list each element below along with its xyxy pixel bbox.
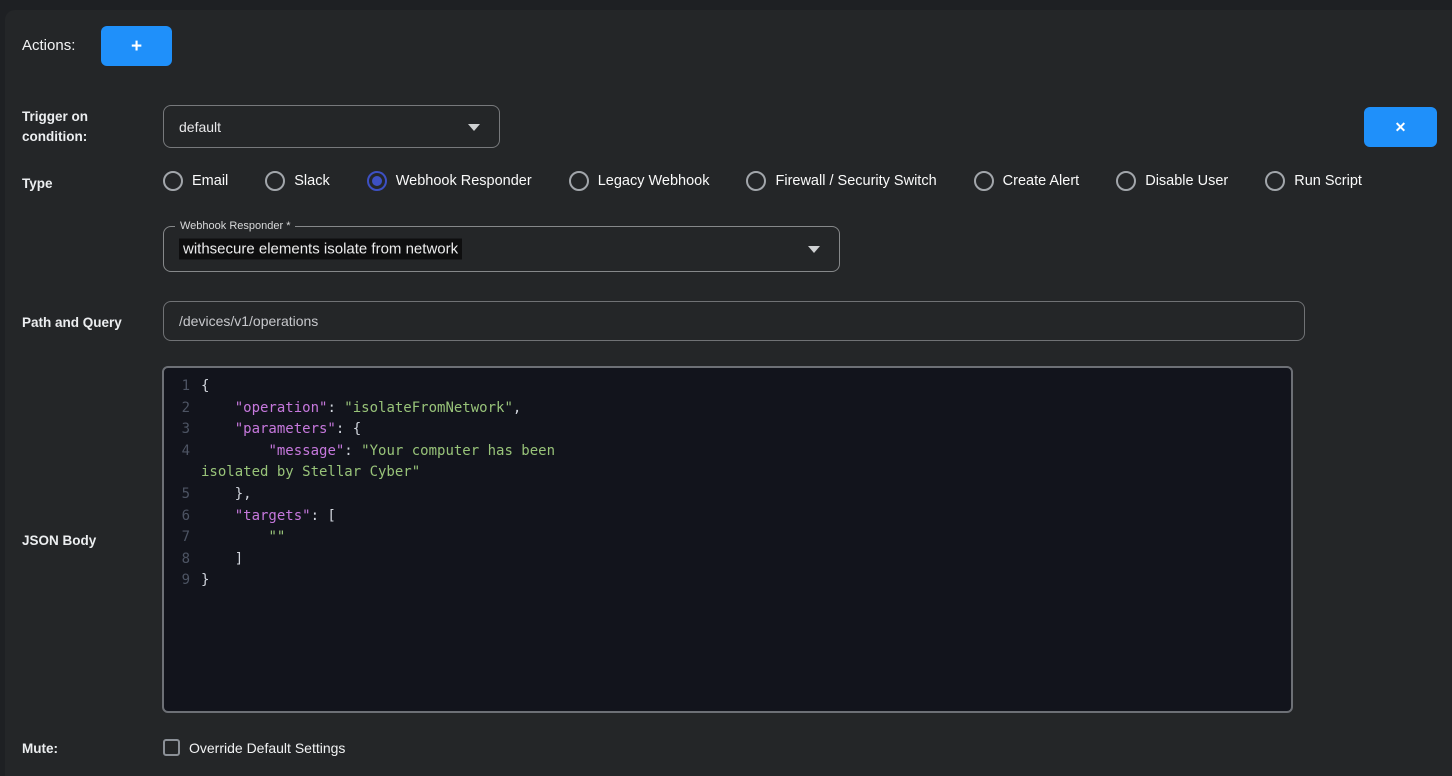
webhook-responder-value: withsecure elements isolate from network — [179, 241, 462, 258]
line-number: 8 — [176, 549, 190, 571]
radio-option-disable-user[interactable]: Disable User — [1116, 171, 1228, 191]
override-checkbox[interactable] — [163, 739, 180, 756]
webhook-responder-field-label: Webhook Responder * — [175, 219, 295, 233]
radio-option-run-script[interactable]: Run Script — [1265, 171, 1362, 191]
radio-option-label: Create Alert — [1003, 173, 1080, 189]
path-and-query-label: Path and Query — [22, 313, 122, 333]
radio-option-label: Firewall / Security Switch — [775, 173, 936, 189]
radio-button-icon — [746, 171, 766, 191]
trigger-condition-select[interactable]: default — [163, 105, 500, 148]
code-text: "targets": [ — [201, 506, 336, 528]
type-radio-group: Email Slack Webhook Responder Legacy Webhoo… — [163, 170, 1362, 191]
radio-option-label: Run Script — [1294, 173, 1362, 189]
radio-option-email[interactable]: Email — [163, 171, 228, 191]
json-code-lines: 1{2 "operation": "isolateFromNetwork",3 … — [176, 376, 1281, 592]
code-text: "operation": "isolateFromNetwork", — [201, 398, 521, 420]
actions-label: Actions: — [22, 37, 75, 54]
radio-option-label: Legacy Webhook — [598, 173, 710, 189]
type-label: Type — [22, 174, 53, 194]
radio-button-icon — [163, 171, 183, 191]
radio-option-firewall-security-switch[interactable]: Firewall / Security Switch — [746, 171, 936, 191]
radio-option-webhook-responder[interactable]: Webhook Responder — [367, 171, 532, 191]
code-line: 3 "parameters": { — [176, 419, 1281, 441]
code-text: } — [201, 570, 209, 592]
chevron-down-icon — [468, 124, 480, 131]
code-line: 7 "" — [176, 527, 1281, 549]
code-line: 1{ — [176, 376, 1281, 398]
webhook-responder-select[interactable]: Webhook Responder * withsecure elements … — [163, 226, 840, 272]
radio-option-label: Email — [192, 173, 228, 189]
mute-label: Mute: — [22, 739, 58, 759]
code-line: 9} — [176, 570, 1281, 592]
trigger-condition-value: default — [164, 119, 221, 135]
code-text: { — [201, 376, 209, 398]
json-body-label: JSON Body — [22, 531, 96, 551]
code-text: isolated by Stellar Cyber" — [201, 462, 420, 484]
radio-button-icon — [265, 171, 285, 191]
code-line: 6 "targets": [ — [176, 506, 1281, 528]
radio-button-icon — [1265, 171, 1285, 191]
line-number: 6 — [176, 506, 190, 528]
add-action-button[interactable]: + — [101, 26, 172, 66]
override-default-settings-option[interactable]: Override Default Settings — [163, 739, 345, 756]
code-line: isolated by Stellar Cyber" — [176, 462, 1281, 484]
close-icon: ✕ — [1395, 120, 1407, 134]
code-line: 4 "message": "Your computer has been — [176, 441, 1281, 463]
line-number: 2 — [176, 398, 190, 420]
code-text: ] — [201, 549, 243, 571]
override-checkbox-label: Override Default Settings — [189, 740, 345, 756]
radio-option-legacy-webhook[interactable]: Legacy Webhook — [569, 171, 710, 191]
radio-button-icon — [569, 171, 589, 191]
radio-option-create-alert[interactable]: Create Alert — [974, 171, 1080, 191]
line-number: 9 — [176, 570, 190, 592]
radio-button-icon — [367, 171, 387, 191]
code-line: 8 ] — [176, 549, 1281, 571]
code-text: "" — [201, 527, 285, 549]
line-number: 3 — [176, 419, 190, 441]
line-number: 1 — [176, 376, 190, 398]
radio-option-label: Slack — [294, 173, 329, 189]
code-text: "message": "Your computer has been — [201, 441, 555, 463]
radio-option-slack[interactable]: Slack — [265, 171, 329, 191]
line-number: 5 — [176, 484, 190, 506]
json-body-editor[interactable]: 1{2 "operation": "isolateFromNetwork",3 … — [162, 366, 1293, 713]
chevron-down-icon — [808, 246, 820, 253]
plus-icon: + — [131, 37, 142, 56]
radio-option-label: Webhook Responder — [396, 173, 532, 189]
code-text: }, — [201, 484, 252, 506]
code-text: "parameters": { — [201, 419, 361, 441]
remove-action-button[interactable]: ✕ — [1364, 107, 1437, 147]
radio-button-icon — [1116, 171, 1136, 191]
trigger-condition-label: Trigger on condition: — [22, 107, 88, 147]
radio-button-icon — [974, 171, 994, 191]
line-number — [176, 462, 190, 484]
path-and-query-input[interactable] — [163, 301, 1305, 341]
code-line: 5 }, — [176, 484, 1281, 506]
radio-option-label: Disable User — [1145, 173, 1228, 189]
line-number: 4 — [176, 441, 190, 463]
line-number: 7 — [176, 527, 190, 549]
code-line: 2 "operation": "isolateFromNetwork", — [176, 398, 1281, 420]
